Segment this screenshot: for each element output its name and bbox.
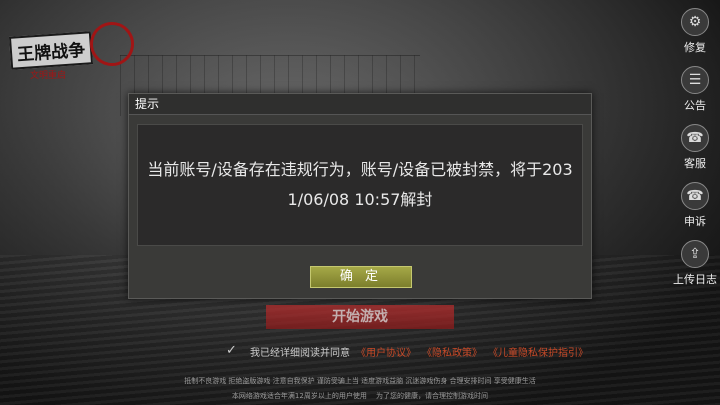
upload-icon: ⇪ bbox=[681, 240, 709, 268]
confirm-button[interactable]: 确 定 bbox=[310, 266, 412, 288]
gear-icon: ⚙ bbox=[681, 8, 709, 36]
sidebar-item-announcement[interactable]: ☰ 公告 bbox=[681, 66, 709, 116]
privacy-policy-link[interactable]: 《隐私政策》 bbox=[422, 344, 482, 359]
sidebar: ⚙ 修复 ☰ 公告 ☎ 客服 ☎ 申诉 ⇪ 上传日志 bbox=[670, 0, 720, 405]
dialog-title: 提示 bbox=[129, 94, 591, 115]
dialog-message: 当前账号/设备存在违规行为，账号/设备已被封禁，将于2031/06/08 10:… bbox=[147, 160, 573, 209]
agreement-checkbox[interactable]: ✓ bbox=[226, 344, 240, 358]
health-notice-line2: 本网络游戏适合年满12周岁以上的用户使用 为了您的健康，请合理控制游戏时间 bbox=[231, 392, 489, 400]
announcement-icon: ☰ bbox=[681, 66, 709, 94]
ban-notice-dialog: 提示 当前账号/设备存在违规行为，账号/设备已被封禁，将于2031/06/08 … bbox=[128, 93, 592, 299]
child-privacy-link[interactable]: 《儿童隐私保护指引》 bbox=[488, 344, 588, 359]
sidebar-item-label: 公告 bbox=[684, 99, 706, 112]
sidebar-item-label: 客服 bbox=[684, 157, 706, 170]
logo-subtitle: 文明重启 bbox=[30, 71, 67, 81]
sidebar-item-label: 修复 bbox=[684, 41, 706, 54]
sidebar-item-appeal[interactable]: ☎ 申诉 bbox=[681, 182, 709, 232]
sidebar-item-support[interactable]: ☎ 客服 bbox=[681, 124, 709, 174]
agreement-text: 我已经详细阅读并同意 bbox=[250, 347, 350, 359]
game-logo: 王牌战争 文明重启 bbox=[8, 16, 138, 82]
dialog-body: 当前账号/设备存在违规行为，账号/设备已被封禁，将于2031/06/08 10:… bbox=[137, 124, 583, 246]
headset-icon: ☎ bbox=[681, 124, 709, 152]
sidebar-item-repair[interactable]: ⚙ 修复 bbox=[681, 8, 709, 58]
logo-title: 王牌战争 bbox=[8, 31, 94, 70]
sidebar-item-upload-log[interactable]: ⇪ 上传日志 bbox=[673, 240, 717, 290]
sidebar-item-label: 申诉 bbox=[684, 215, 706, 228]
user-agreement-link[interactable]: 《用户协议》 bbox=[356, 344, 416, 359]
start-game-button[interactable]: 开始游戏 bbox=[266, 305, 454, 329]
appeal-headset-icon: ☎ bbox=[681, 182, 709, 210]
sidebar-item-label: 上传日志 bbox=[673, 273, 717, 286]
agreement-row: ✓ 我已经详细阅读并同意 《用户协议》 《隐私政策》 《儿童隐私保护指引》 bbox=[226, 343, 594, 359]
health-notice-line1: 抵制不良游戏 拒绝盗版游戏 注意自我保护 谨防受骗上当 适度游戏益脑 沉迷游戏伤… bbox=[184, 377, 536, 385]
